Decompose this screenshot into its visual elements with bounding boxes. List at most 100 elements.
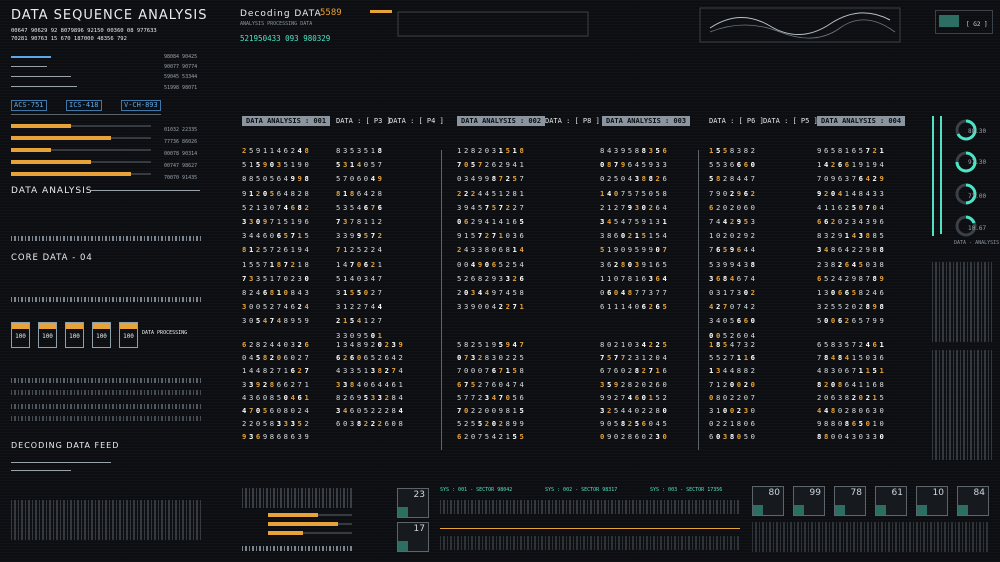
footer-orange-rule: [440, 528, 740, 529]
grid-row: 4270742: [709, 302, 758, 312]
grid-row: 3309501: [336, 330, 385, 340]
header-data-analysis-001[interactable]: DATA ANALYSIS : 001: [242, 116, 331, 126]
tag-ics[interactable]: ICS-418: [66, 100, 102, 111]
footer-tile-1[interactable]: 23: [397, 488, 429, 518]
footer-data-matrix: [752, 522, 988, 552]
grid-row: 3005274624: [242, 302, 312, 312]
footer-tile-2[interactable]: 17: [397, 522, 429, 552]
grid-row: 3384064461: [336, 379, 406, 389]
status-card-4: 100: [92, 322, 111, 348]
sidebar-bar-3: [11, 76, 71, 77]
footer-tile-3[interactable]: 80: [752, 486, 784, 516]
grid-row: 5255202899: [457, 419, 527, 429]
header-data-analysis-002[interactable]: DATA ANALYSIS : 002: [457, 116, 546, 126]
grid-row: 0902860230: [600, 432, 670, 442]
grid-row: 9880865010: [817, 419, 887, 429]
grid-row: 1348920239: [336, 340, 406, 349]
grid-row: 9157271036: [457, 231, 527, 241]
tag-vch[interactable]: V-CH-893: [121, 100, 161, 111]
footer-tile-8[interactable]: 84: [957, 486, 989, 516]
grid-row: 9927460152: [600, 392, 670, 402]
grid-row: 5006265799: [817, 316, 887, 326]
grid-row: 2063820215: [817, 392, 887, 402]
grid-row: 1557187218: [242, 259, 312, 269]
grid-row: 3390042271: [457, 302, 527, 312]
grid-row: 5140347: [336, 273, 385, 283]
sector-label-1: SYS : 001 - SECTOR 98042: [440, 487, 513, 493]
grid-row: 7022009815: [457, 406, 527, 415]
grid-row: 3860215154: [600, 231, 670, 241]
grid-row: 0349987257: [457, 174, 527, 184]
header-data-p3[interactable]: DATA : [ P3 ]: [336, 116, 391, 126]
footer-tile-5[interactable]: 78: [834, 486, 866, 516]
sidebar-progress-lines: [11, 124, 151, 176]
data-analysis-rule: [90, 190, 200, 191]
grid-row: 6752760474: [457, 379, 527, 389]
footer-tile-6-value: 61: [891, 488, 903, 498]
status-card-5-value: 100: [123, 333, 134, 340]
ring-gauge-3-value: 72.00: [968, 193, 987, 200]
header-data-p8[interactable]: DATA : [ P8 ]: [545, 116, 600, 126]
grid-row: 5159035190: [242, 160, 312, 170]
sidebar-bar-1: [11, 56, 51, 58]
footer-tile-7-value: 10: [932, 488, 944, 498]
grid-row: 1448271627: [242, 366, 312, 376]
header-data-p4[interactable]: DATA : [ P4 ]: [389, 116, 444, 126]
header-code-row-2: 70281 90763 15 670 187000 48356 792: [11, 36, 127, 42]
grid-row: 3592820260: [600, 379, 670, 389]
grid-row: 3054748959: [242, 316, 312, 326]
grid-row: 8186428: [336, 188, 385, 198]
footer-tile-7[interactable]: 10: [916, 486, 948, 516]
column-separator-1: [441, 150, 442, 450]
grid-row: 3684674: [709, 273, 758, 283]
analysis-processing-label: ANALYSIS PROCESSING DATA: [240, 21, 313, 27]
sidebar-top-num-1: 98084 90425: [164, 54, 198, 60]
sidebar-barcode-5: [11, 404, 201, 409]
footer-tile-6[interactable]: 61: [875, 486, 907, 516]
header-data-p6[interactable]: DATA : [ P6 ]: [709, 116, 764, 126]
grid-row: 3255202898: [817, 302, 887, 312]
grid-row: 6111406265: [600, 302, 670, 312]
grid-row: 3122744: [336, 302, 385, 312]
grid-row: 1558382: [709, 146, 758, 155]
grid-row: 5536660: [709, 160, 758, 170]
grid-row: 4830671151: [817, 366, 887, 376]
header-code-row-1: 00647 90629 92 8079896 92150 00360 08 97…: [11, 28, 157, 34]
grid-row: 9058256045: [600, 419, 670, 429]
header-data-p5[interactable]: DATA : [ P5 ]: [763, 116, 818, 126]
grid-row: 6038050: [709, 432, 758, 442]
tag-acs[interactable]: ACS-751: [11, 100, 47, 111]
sector-label-3: SYS : 003 - SECTOR 17356: [650, 487, 723, 493]
grid-row: 2382645038: [817, 259, 887, 269]
grid-row: 5314057: [336, 160, 385, 170]
grid-row: 8329143885: [817, 231, 887, 241]
footer-tile-1-value: 23: [413, 490, 425, 500]
footer-barcode-1: [242, 546, 352, 551]
grid-row: 3454759131: [600, 217, 670, 226]
decoding-value: 5589: [320, 8, 342, 18]
grid-row: 9120564828: [242, 188, 312, 198]
footer-data-block: [242, 488, 352, 508]
grid-row: 4116250704: [817, 202, 887, 212]
header-data-analysis-003[interactable]: DATA ANALYSIS : 003: [602, 116, 691, 126]
grid-row: 1407575058: [600, 188, 670, 198]
sidebar-mid-num-2: 77736 86026: [164, 139, 198, 145]
footer-tile-2-value: 17: [413, 524, 425, 534]
grid-row: 2224451281: [457, 188, 527, 198]
grid-row: 9369868639: [242, 432, 312, 442]
sidebar-mid-num-1: 01032 22335: [164, 127, 198, 133]
grid-row: 0629414165: [457, 217, 527, 226]
grid-row: 7000767158: [457, 366, 527, 376]
ring-gauge-4-value: 10.67: [968, 225, 987, 232]
data-analysis-heading: DATA ANALYSIS: [11, 186, 93, 196]
header-data-analysis-004[interactable]: DATA ANALYSIS : 004: [817, 116, 906, 126]
feed-rule-1: [11, 462, 111, 463]
grid-row: 6207542155: [457, 432, 527, 442]
sidebar-mid-num-5: 70070 91435: [164, 175, 198, 181]
grid-row: 5828447: [709, 174, 758, 184]
sidebar-mid-num-3: 00078 90314: [164, 151, 198, 157]
status-card-2: 100: [38, 322, 57, 348]
grid-row: 7125224: [336, 245, 385, 255]
footer-tile-4[interactable]: 99: [793, 486, 825, 516]
grid-row: 3446065715: [242, 231, 312, 241]
